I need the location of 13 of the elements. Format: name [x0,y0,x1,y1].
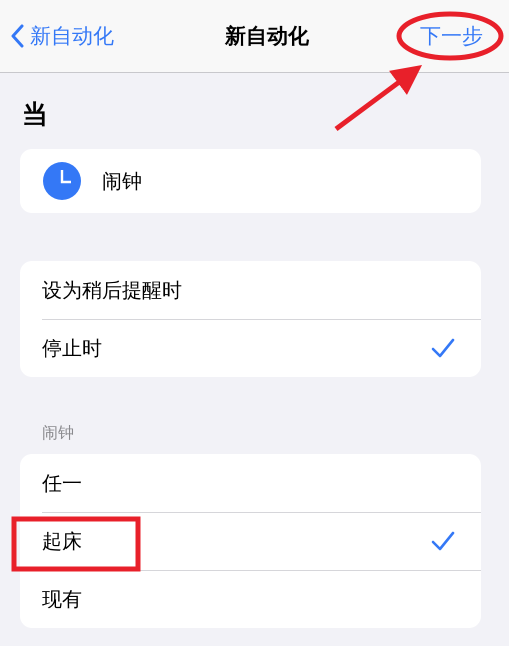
option-item[interactable]: 起床 [20,512,481,570]
option-item[interactable]: 任一 [20,454,481,512]
chevron-left-icon [10,24,24,48]
screen-title: 新自动化 [225,23,309,50]
next-button[interactable]: 下一步 [420,22,483,50]
option-item[interactable]: 设为稍后提醒时 [20,261,481,319]
section-label: 闹钟 [42,423,75,444]
option-item[interactable]: 停止时 [20,319,481,377]
option-item[interactable]: 现有 [20,570,481,628]
trigger-label: 闹钟 [102,168,142,194]
clock-icon [42,161,82,201]
section-heading: 当 [22,99,49,131]
back-button[interactable]: 新自动化 [10,22,114,50]
